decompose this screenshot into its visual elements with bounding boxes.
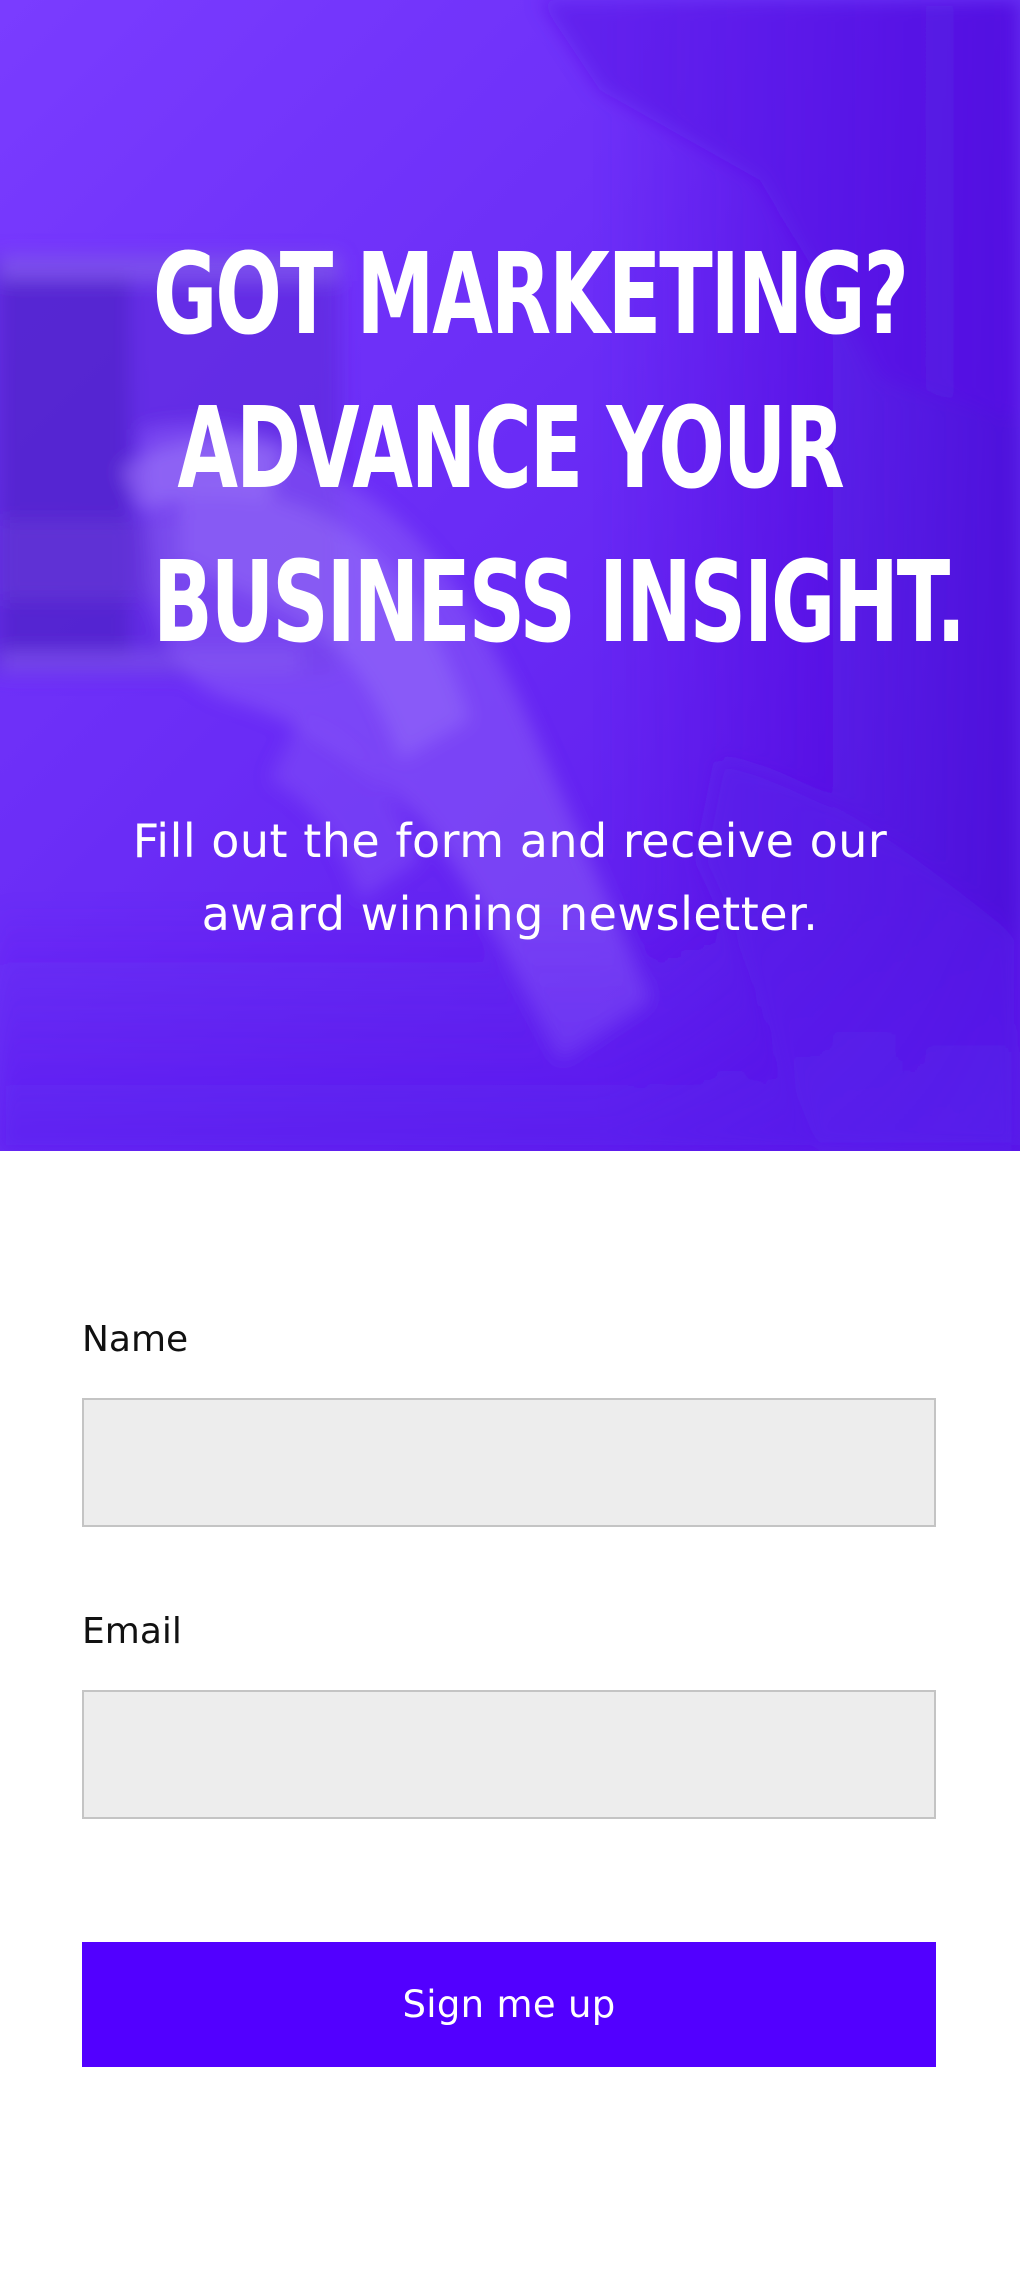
hero-content: GOT MARKETING? ADVANCE YOUR BUSINESS INS…: [0, 0, 1020, 1151]
hero-subtitle-line: Fill out the form and receive our: [132, 814, 888, 868]
hero-banner: GOT MARKETING? ADVANCE YOUR BUSINESS INS…: [0, 0, 1020, 1151]
name-label: Name: [82, 1319, 189, 1360]
hero-title-line: ADVANCE YOUR: [177, 384, 844, 514]
name-input[interactable]: [82, 1398, 936, 1527]
email-label: Email: [82, 1611, 182, 1652]
hero-title-line: BUSINESS INSIGHT.: [153, 538, 966, 668]
newsletter-page: GOT MARKETING? ADVANCE YOUR BUSINESS INS…: [0, 0, 1020, 2278]
email-input[interactable]: [82, 1690, 936, 1819]
hero-title: GOT MARKETING? ADVANCE YOUR BUSINESS INS…: [0, 218, 1020, 680]
hero-subtitle-line: award winning newsletter.: [201, 887, 819, 941]
sign-me-up-button[interactable]: Sign me up: [82, 1942, 936, 2067]
hero-title-line: GOT MARKETING?: [153, 230, 909, 360]
hero-subtitle: Fill out the form and receive our award …: [110, 805, 910, 951]
